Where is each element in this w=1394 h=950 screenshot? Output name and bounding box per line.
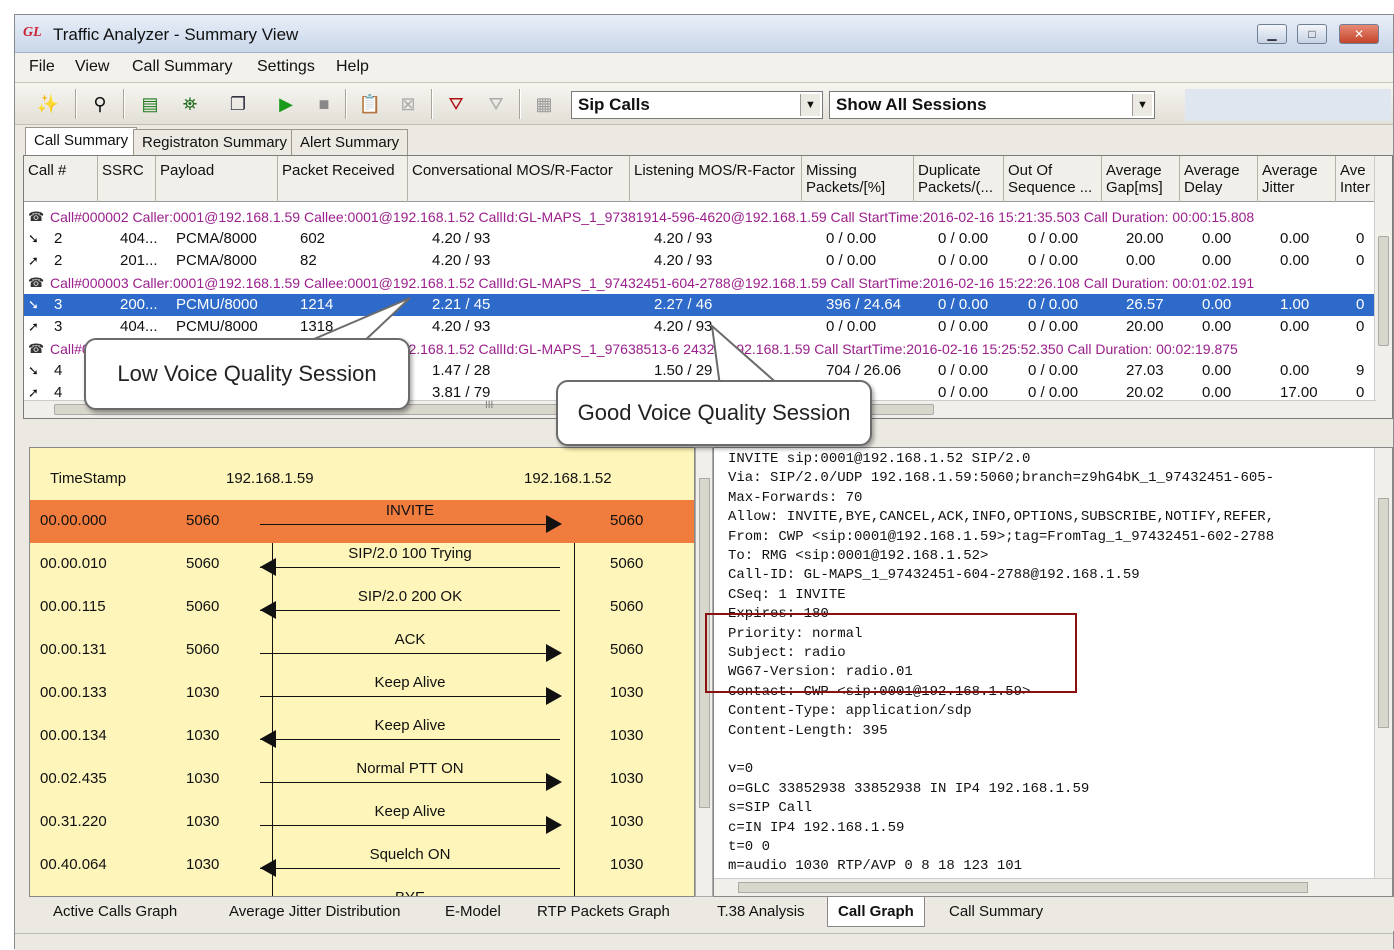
good-quality-callout: Good Voice Quality Session — [556, 380, 872, 446]
low-quality-callout: Low Voice Quality Session — [84, 338, 410, 410]
callout-pointers — [299, 297, 783, 387]
good-quality-pointer — [710, 323, 783, 387]
